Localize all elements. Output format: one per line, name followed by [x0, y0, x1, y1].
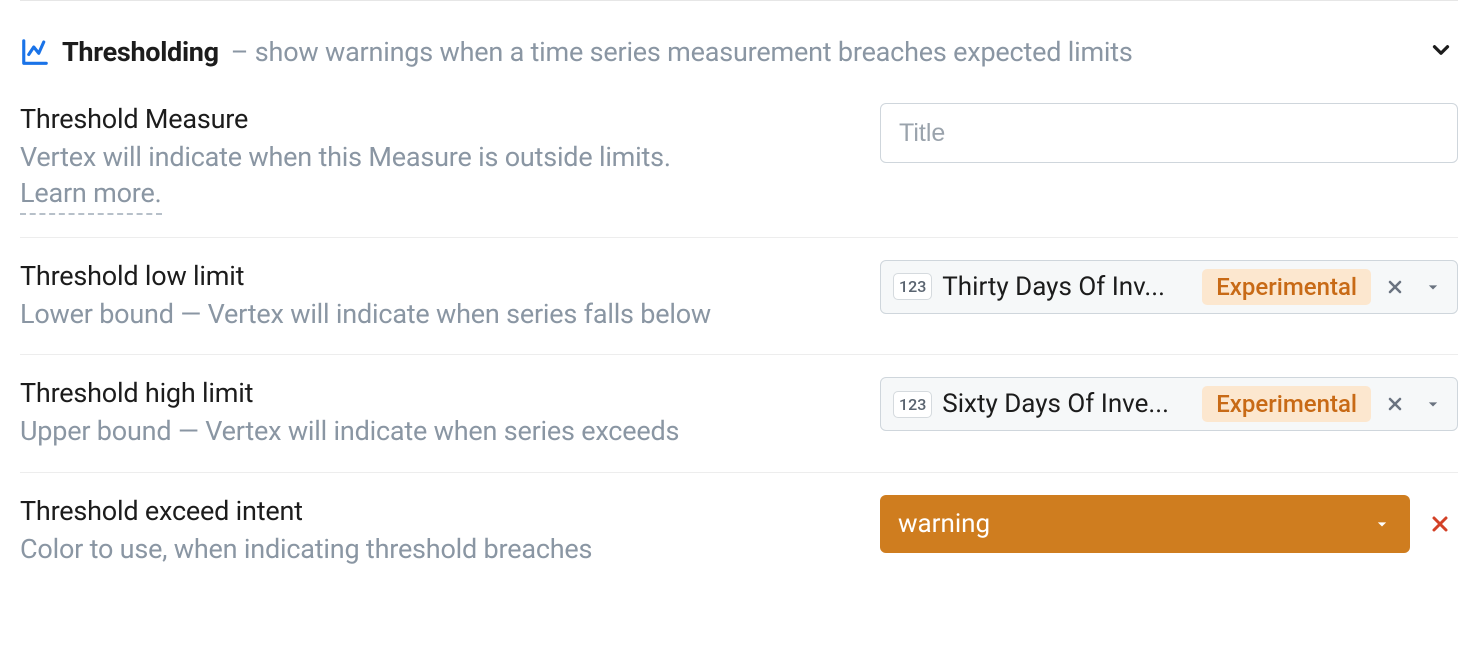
section-title: Thresholding — [62, 36, 219, 68]
threshold-measure-input[interactable] — [880, 103, 1458, 163]
experimental-tag: Experimental — [1202, 269, 1371, 305]
row-threshold-intent: Threshold exceed intent Color to use, wh… — [20, 473, 1458, 589]
learn-more-link[interactable]: Learn more. — [20, 175, 162, 214]
row-threshold-low: Threshold low limit Lower bound — Vertex… — [20, 238, 1458, 355]
field-label: Threshold low limit — [20, 260, 840, 292]
field-help: Vertex will indicate when this Measure i… — [20, 139, 840, 215]
threshold-high-select[interactable]: 123 Sixty Days Of Inve... Experimental — [880, 377, 1458, 431]
threshold-low-select[interactable]: 123 Thirty Days Of Inv... Experimental — [880, 260, 1458, 314]
field-help-text: Vertex will indicate when this Measure i… — [20, 141, 671, 173]
clear-icon[interactable] — [1381, 273, 1409, 301]
threshold-intent-select[interactable]: warning — [880, 495, 1410, 553]
clear-icon[interactable] — [1422, 506, 1458, 542]
chevron-down-icon[interactable] — [1424, 33, 1458, 71]
row-threshold-high: Threshold high limit Upper bound — Verte… — [20, 355, 1458, 472]
caret-down-icon[interactable] — [1419, 390, 1447, 418]
field-label: Threshold high limit — [20, 377, 840, 409]
caret-down-icon — [1372, 514, 1392, 534]
experimental-tag: Experimental — [1202, 386, 1371, 422]
select-value: Sixty Days Of Inve... — [942, 389, 1192, 419]
field-help: Upper bound — Vertex will indicate when … — [20, 413, 840, 449]
row-threshold-measure: Threshold Measure Vertex will indicate w… — [20, 103, 1458, 238]
section-description: – show warnings when a time series measu… — [231, 36, 1133, 68]
number-type-icon: 123 — [893, 273, 932, 300]
select-value: warning — [898, 509, 1362, 539]
field-help: Lower bound — Vertex will indicate when … — [20, 296, 840, 332]
divider — [20, 0, 1458, 1]
section-header[interactable]: Thresholding – show warnings when a time… — [20, 33, 1458, 71]
chart-line-icon — [20, 37, 50, 67]
select-value: Thirty Days Of Inv... — [942, 272, 1192, 302]
field-label: Threshold Measure — [20, 103, 840, 135]
field-help: Color to use, when indicating threshold … — [20, 531, 840, 567]
field-label: Threshold exceed intent — [20, 495, 840, 527]
clear-icon[interactable] — [1381, 390, 1409, 418]
caret-down-icon[interactable] — [1419, 273, 1447, 301]
number-type-icon: 123 — [893, 391, 932, 418]
